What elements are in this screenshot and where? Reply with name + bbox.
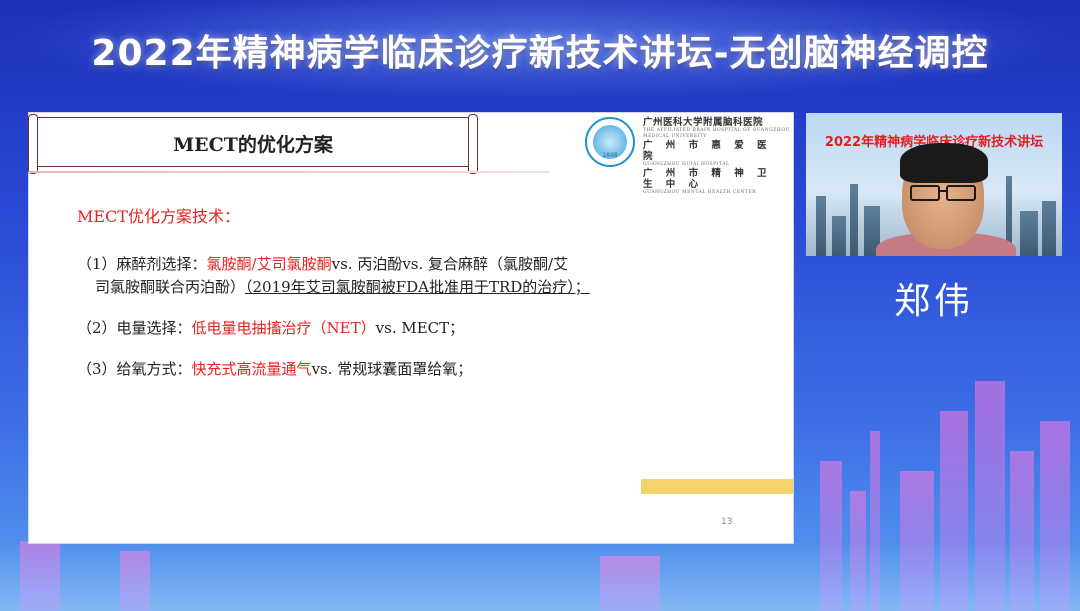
hospital-logo: 1898 广州医科大学附属脑科医院 THE AFFILIATED BRAIN H… [585,117,795,195]
slide-content: MECT优化方案技术： （1）麻醉剂选择：氯胺酮/艾司氯胺酮vs. 丙泊酚vs.… [77,203,777,399]
hospital-names: 广州医科大学附属脑科医院 THE AFFILIATED BRAIN HOSPIT… [643,117,793,196]
hospital-name-3-en: GUANGZHOU MENTAL HEALTH CENTER [643,190,757,195]
speaker-name: 郑伟 [893,281,974,322]
item1-highlight: 氯胺酮/艾司氯胺酮 [206,255,332,273]
item2-rest: vs. MECT； [375,319,465,337]
item1-prefix: （1）麻醉剂选择： [77,255,207,273]
decorative-yellow-bar [641,479,793,494]
content-heading: MECT优化方案技术： [77,207,240,226]
emblem-year: 1898 [602,152,618,159]
hospital-name-2: 广 州 市 惠 爱 医 院 [643,140,772,162]
hospital-name-3: 广 州 市 精 神 卫 生 中 心 [643,168,772,190]
slide-title: MECT的优化方案 [173,134,333,156]
item3-highlight: 快充式高流量通气 [191,360,312,378]
hospital-name-1-en: THE AFFILIATED BRAIN HOSPITAL OF GUANGZH… [643,128,790,139]
item1-line2: 司氯胺酮联合丙泊酚） [95,278,246,296]
presentation-slide: MECT的优化方案 1898 广州医科大学附属脑科医院 THE AFFILIAT… [28,113,795,543]
title-scroll-frame: MECT的优化方案 [28,114,478,174]
glasses-icon [910,185,976,201]
speaker-webcam-feed: 2022年精神病学临床诊疗新技术讲坛 2022 [806,113,1062,256]
slide-page-number: 13 [721,517,733,527]
hospital-name-1: 广州医科大学附属脑科医院 [643,117,764,128]
event-banner-title: 2022年精神病学临床诊疗新技术讲坛-无创脑神经调控 [91,33,989,74]
list-item-oxygen: （3）给氧方式：快充式高流量通气vs. 常规球囊面罩给氧； [77,358,777,381]
item2-highlight: 低电量电抽搐治疗（NET） [191,319,376,337]
speaker-hair [900,143,988,183]
list-item-anesthesia: （1）麻醉剂选择：氯胺酮/艾司氯胺酮vs. 丙泊酚vs. 复合麻醉（氯胺酮/艾 … [77,253,777,299]
title-divider [29,171,549,173]
hospital-emblem-icon: 1898 [585,117,635,167]
item2-prefix: （2）电量选择： [77,319,192,337]
item1-rest: vs. 丙泊酚vs. 复合麻醉（氯胺酮/艾 [331,255,569,273]
list-item-dose: （2）电量选择：低电量电抽搐治疗（NET）vs. MECT； [77,317,777,340]
item1-note: （2019年艾司氯胺酮被FDA批准用于TRD的治疗）； [245,278,590,296]
item3-rest: vs. 常规球囊面罩给氧； [311,360,473,378]
bottom-gradient [0,541,1080,611]
item3-prefix: （3）给氧方式： [77,360,192,378]
